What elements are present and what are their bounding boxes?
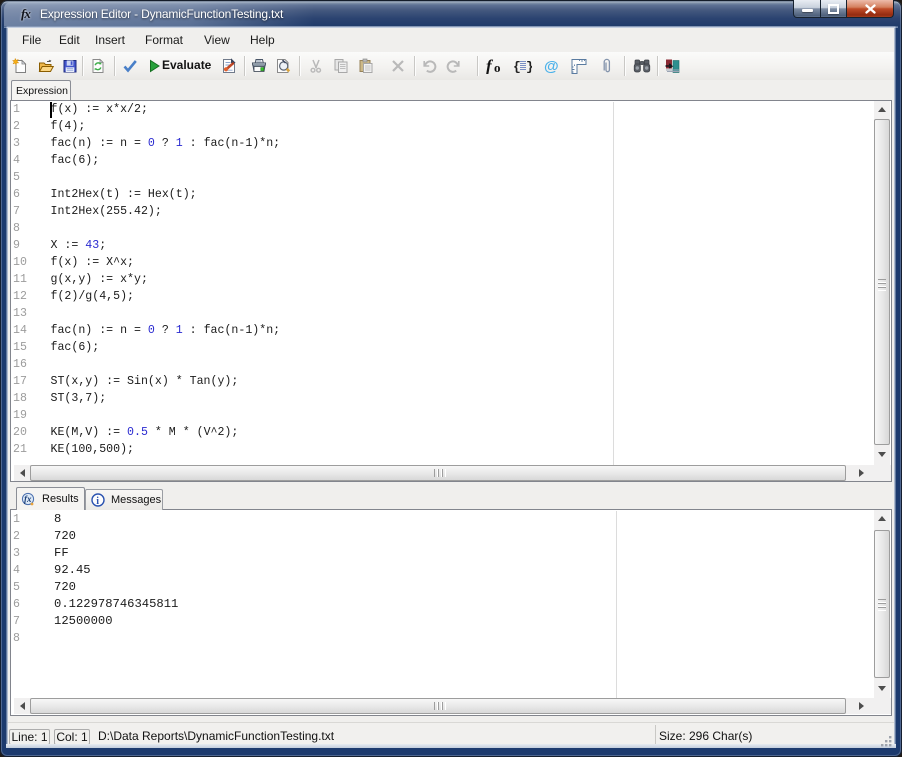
svg-text:f: f xyxy=(486,58,494,74)
svg-text:o: o xyxy=(494,60,501,74)
svg-text:{: { xyxy=(514,60,521,75)
svg-text:fx: fx xyxy=(24,494,32,504)
svg-text:}: } xyxy=(526,60,532,75)
svg-text:i: i xyxy=(96,496,99,507)
svg-text:@: @ xyxy=(544,58,559,74)
